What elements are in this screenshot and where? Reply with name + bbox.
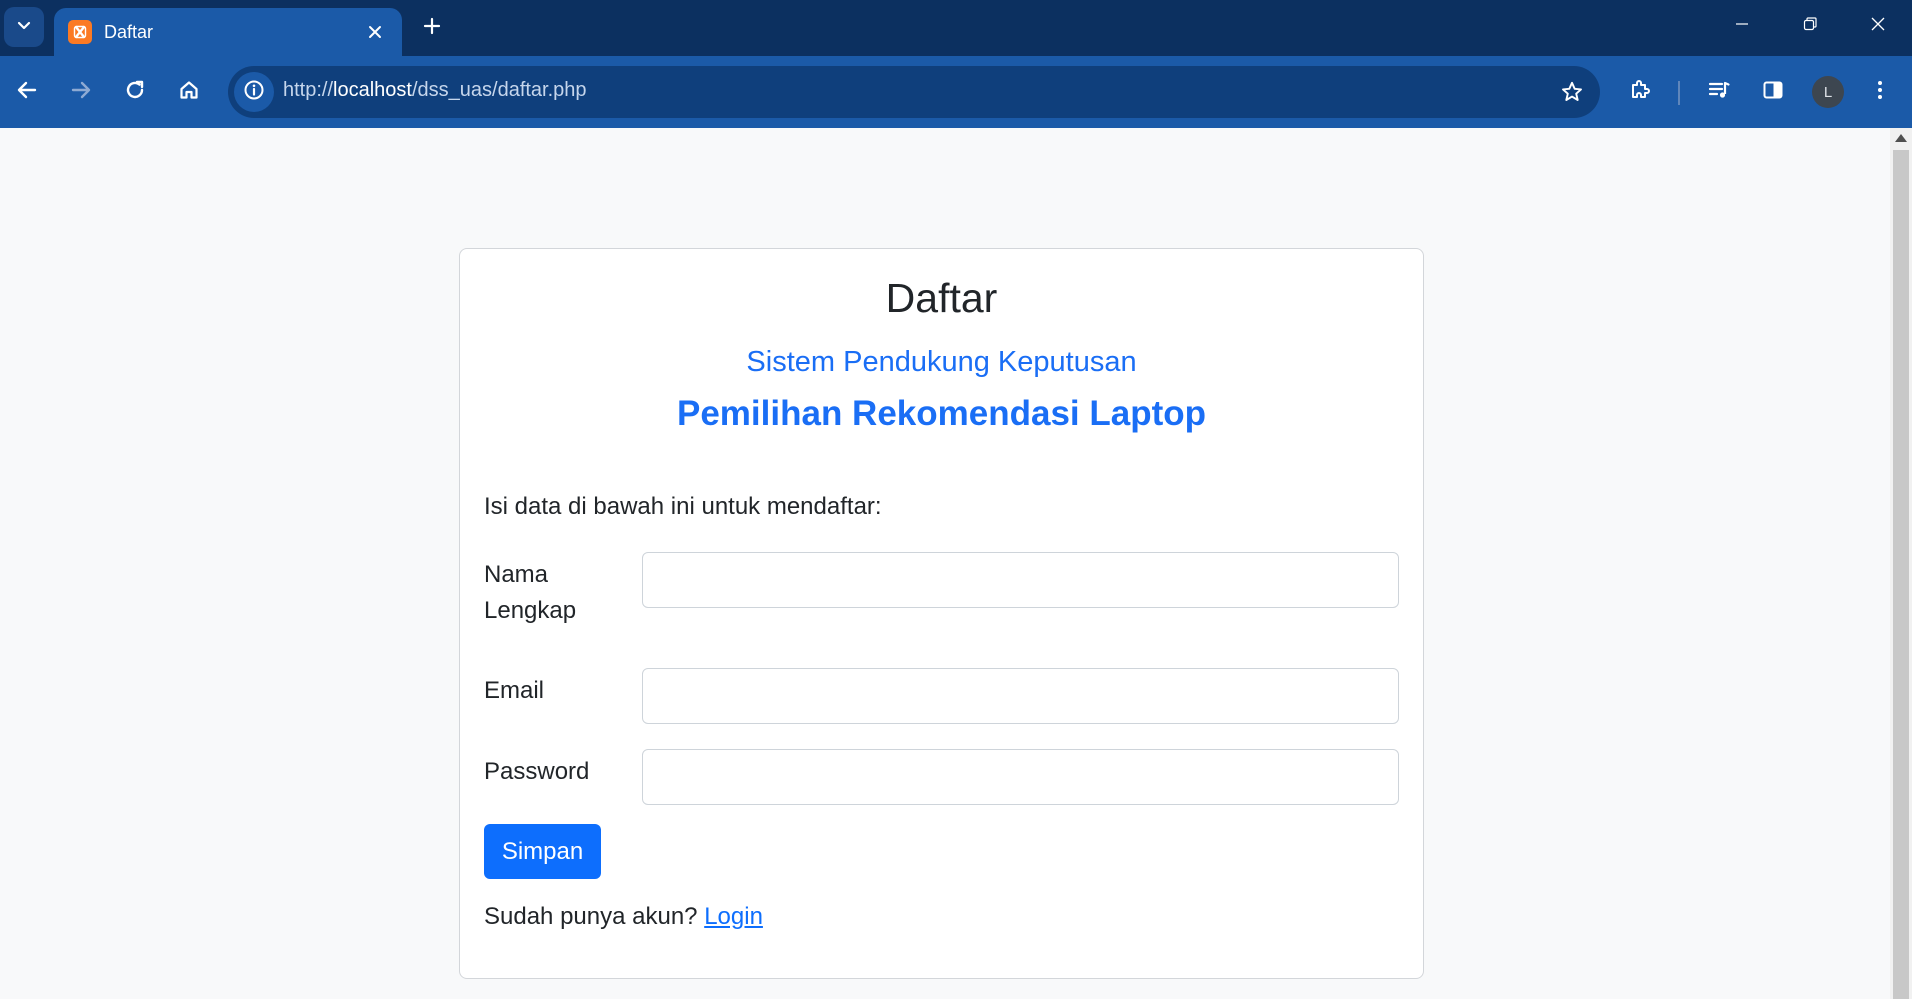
- registration-card: Daftar Sistem Pendukung Keputusan Pemili…: [459, 248, 1424, 979]
- more-vertical-icon: [1868, 78, 1892, 107]
- info-icon: [243, 79, 265, 106]
- browser-toolbar: http://localhost/dss_uas/daftar.php L: [0, 56, 1912, 128]
- arrow-right-icon: [70, 79, 92, 106]
- home-button[interactable]: [169, 72, 209, 112]
- email-input[interactable]: [642, 668, 1399, 724]
- media-controls-button[interactable]: [1699, 72, 1739, 112]
- reload-button[interactable]: [115, 72, 155, 112]
- login-link[interactable]: Login: [704, 903, 763, 930]
- profile-avatar[interactable]: L: [1812, 76, 1844, 108]
- page-title: Daftar: [885, 275, 998, 321]
- password-label: Password: [484, 758, 590, 785]
- app-headline: Pemilihan Rekomendasi Laptop: [677, 394, 1206, 433]
- scrollbar-thumb[interactable]: [1893, 150, 1909, 999]
- restore-button[interactable]: [1776, 0, 1844, 52]
- bookmark-star-icon[interactable]: [1558, 78, 1586, 106]
- chevron-down-icon: [16, 17, 32, 38]
- plus-icon: [423, 17, 441, 40]
- email-label: Email: [484, 677, 545, 704]
- reload-icon: [124, 79, 146, 106]
- url-scheme: http://: [283, 79, 334, 101]
- login-prompt-text: Sudah punya akun?: [484, 903, 698, 930]
- toolbar-divider: [1678, 81, 1680, 105]
- close-window-button[interactable]: [1844, 0, 1912, 52]
- tab-close-icon[interactable]: [362, 19, 388, 45]
- restore-icon: [1802, 16, 1818, 37]
- puzzle-icon: [1628, 78, 1652, 107]
- extensions-button[interactable]: [1620, 72, 1660, 112]
- side-panel-button[interactable]: [1753, 72, 1793, 112]
- minimize-icon: [1734, 16, 1750, 37]
- playlist-music-icon: [1707, 78, 1731, 107]
- full-name-input[interactable]: [642, 552, 1399, 608]
- forward-button[interactable]: [61, 72, 101, 112]
- back-button[interactable]: [7, 72, 47, 112]
- address-bar[interactable]: http://localhost/dss_uas/daftar.php: [228, 66, 1600, 118]
- new-tab-button[interactable]: [412, 8, 452, 48]
- url-path: /dss_uas/daftar.php: [411, 79, 587, 101]
- page-scrollbar[interactable]: [1890, 128, 1912, 999]
- page-viewport: Daftar Sistem Pendukung Keputusan Pemili…: [0, 128, 1890, 999]
- scroll-up-arrow-icon[interactable]: [1895, 134, 1907, 142]
- tab-title: Daftar: [104, 21, 154, 42]
- full-name-label: Nama Lengkap: [484, 561, 577, 624]
- tab-search-button[interactable]: [4, 7, 44, 47]
- arrow-left-icon: [16, 79, 38, 106]
- browser-tab-active[interactable]: Daftar: [54, 8, 402, 56]
- browser-menu-button[interactable]: [1860, 72, 1900, 112]
- save-button[interactable]: Simpan: [484, 824, 601, 879]
- browser-titlebar: Daftar: [0, 0, 1912, 56]
- app-subtitle: Sistem Pendukung Keputusan: [746, 346, 1137, 378]
- close-icon: [1870, 16, 1886, 37]
- minimize-button[interactable]: [1708, 0, 1776, 52]
- password-input[interactable]: [642, 749, 1399, 805]
- site-info-button[interactable]: [234, 72, 274, 112]
- side-panel-icon: [1761, 78, 1785, 107]
- login-prompt: Sudah punya akun? Login: [484, 903, 763, 931]
- home-icon: [178, 79, 200, 106]
- form-instructions: Isi data di bawah ini untuk mendaftar:: [484, 493, 882, 520]
- xampp-favicon-icon: [68, 20, 92, 44]
- url-text: http://localhost/dss_uas/daftar.php: [283, 79, 587, 102]
- url-host: localhost: [333, 79, 412, 101]
